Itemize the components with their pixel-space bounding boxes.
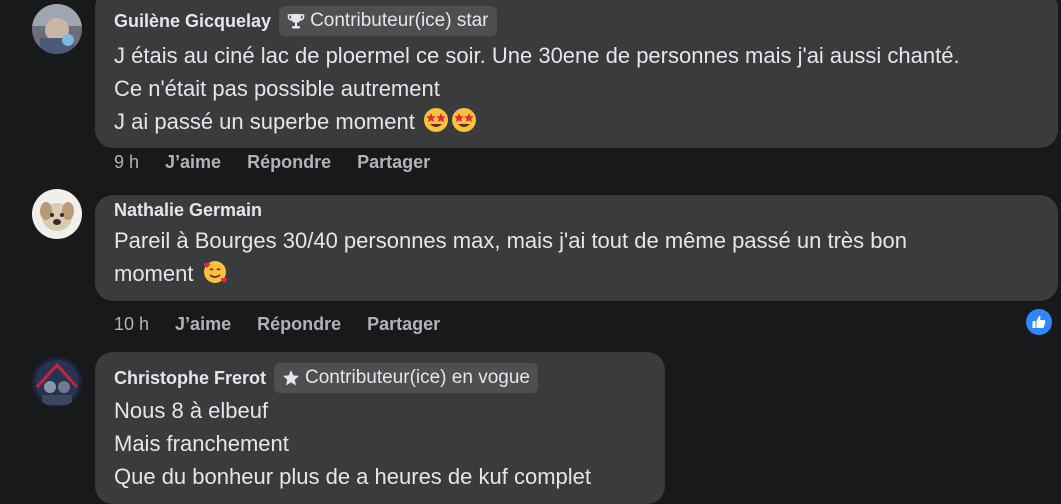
badge-label: Contributeur(ice) en vogue bbox=[305, 367, 530, 388]
like-reaction-icon[interactable] bbox=[1024, 307, 1054, 337]
avatar[interactable] bbox=[32, 4, 82, 54]
comment-author[interactable]: Christophe Frerot bbox=[114, 368, 266, 389]
like-button[interactable]: J’aime bbox=[165, 152, 221, 173]
comment-text-line: Que du bonheur plus de a heures de kuf c… bbox=[114, 464, 591, 489]
trophy-icon bbox=[287, 12, 305, 30]
comment-text-line: Pareil à Bourges 30/40 personnes max, ma… bbox=[114, 228, 907, 253]
comment-text-line: Nous 8 à elbeuf bbox=[114, 398, 269, 423]
comment-text-line: Mais franchement bbox=[114, 431, 289, 456]
comment-text: moment bbox=[114, 261, 194, 286]
comment-text-line: J étais au ciné lac de ploermel ce soir.… bbox=[114, 43, 960, 68]
smiling-face-with-hearts-emoji bbox=[202, 259, 228, 294]
avatar[interactable] bbox=[32, 357, 82, 407]
comment-text-line: Ce n'était pas possible autrement bbox=[114, 76, 440, 101]
comment-author[interactable]: Guilène Gicquelay bbox=[114, 11, 271, 32]
star-struck-emoji bbox=[451, 107, 477, 142]
star-struck-emoji bbox=[423, 107, 449, 142]
comment-text: J ai passé un superbe moment bbox=[114, 109, 415, 134]
like-button[interactable]: J’aime bbox=[175, 314, 231, 335]
comment-actions: 10 h J’aime Répondre Partager bbox=[114, 314, 440, 335]
badge-label: Contributeur(ice) star bbox=[310, 10, 489, 31]
comment-timestamp[interactable]: 10 h bbox=[114, 314, 149, 335]
contributor-badge[interactable]: Contributeur(ice) star bbox=[279, 6, 497, 36]
comment-timestamp[interactable]: 9 h bbox=[114, 152, 139, 173]
share-button[interactable]: Partager bbox=[367, 314, 440, 335]
share-button[interactable]: Partager bbox=[357, 152, 430, 173]
comment-text-line-with-emoji: J ai passé un superbe moment bbox=[114, 105, 477, 142]
reply-button[interactable]: Répondre bbox=[257, 314, 341, 335]
contributor-badge[interactable]: Contributeur(ice) en vogue bbox=[274, 363, 538, 393]
star-icon bbox=[282, 369, 300, 387]
comment-author[interactable]: Nathalie Germain bbox=[114, 200, 262, 221]
comment-text-line-with-emoji: moment bbox=[114, 257, 228, 294]
comment-actions: 9 h J’aime Répondre Partager bbox=[114, 152, 430, 173]
avatar[interactable] bbox=[32, 189, 82, 239]
reply-button[interactable]: Répondre bbox=[247, 152, 331, 173]
